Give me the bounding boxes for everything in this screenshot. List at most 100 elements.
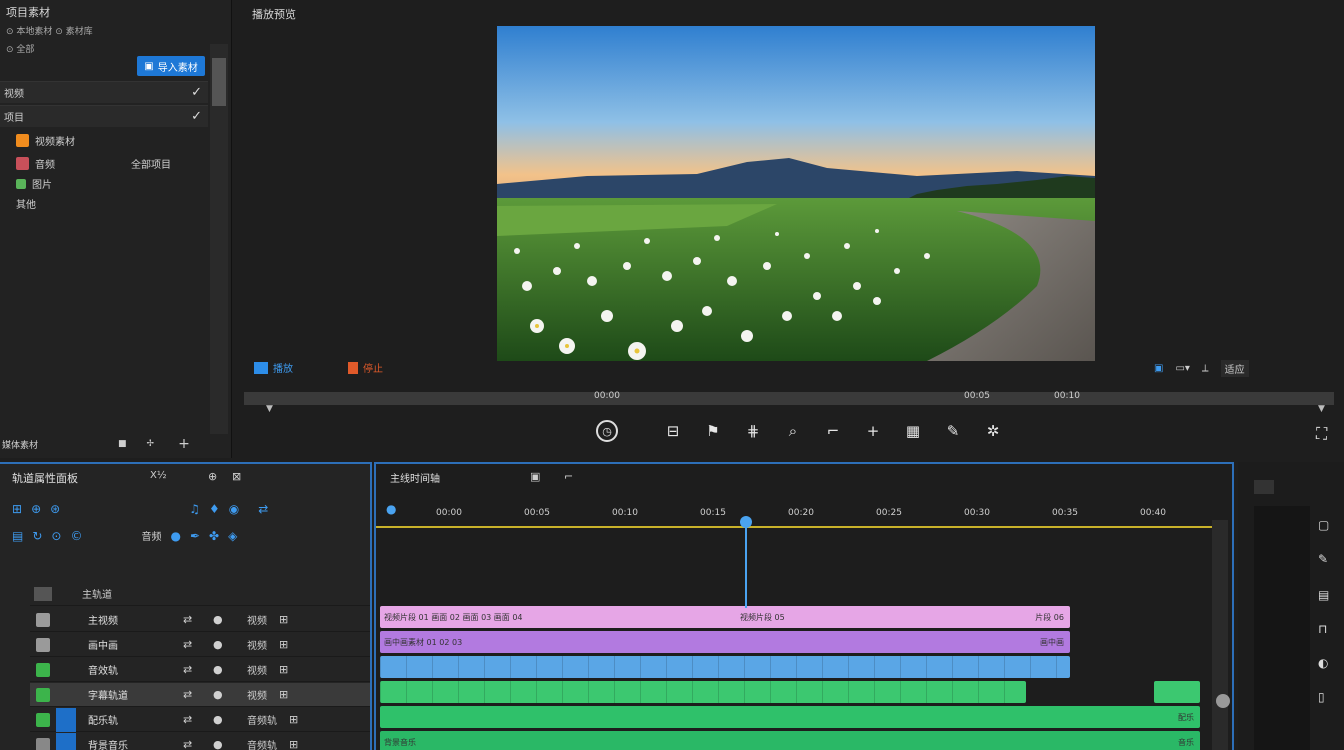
track-toggle-icon[interactable]: ⇄ bbox=[183, 713, 203, 726]
panel-icon-5[interactable]: ◐ bbox=[1318, 656, 1328, 670]
track-lock-icon[interactable]: ⊞ bbox=[279, 663, 288, 676]
split-icon[interactable]: ⋕ bbox=[742, 420, 764, 442]
timeline-clip[interactable]: 视频片段 01 画面 02 画面 03 画面 04 视频片段 05 片段 06 bbox=[380, 606, 1070, 628]
magic-icon[interactable]: ✎ bbox=[942, 420, 964, 442]
crop-icon[interactable]: ⊟ bbox=[662, 420, 684, 442]
mark-icon[interactable]: ⚑ bbox=[702, 420, 724, 442]
panel-tab[interactable] bbox=[1254, 480, 1274, 494]
media-item[interactable]: 视频素材 bbox=[16, 133, 75, 148]
scroll-knob[interactable] bbox=[1216, 694, 1230, 708]
transition-icon[interactable]: ⇄ bbox=[258, 502, 268, 516]
panel-icon-1[interactable]: ▢ bbox=[1318, 518, 1329, 532]
project-filter[interactable]: ⊙ 全部 bbox=[6, 42, 34, 55]
track-row[interactable]: 主视频 ⇄ ● 视频 ⊞ bbox=[30, 608, 370, 632]
record-icon[interactable]: ◉ bbox=[229, 502, 239, 516]
track-audio-icon[interactable]: ● bbox=[213, 613, 233, 626]
volume-tool-icon[interactable]: ♫ bbox=[189, 502, 200, 516]
drop-icon[interactable]: ♦ bbox=[209, 502, 220, 516]
track-row[interactable]: 配乐轨 ⇄ ● 音频轨 ⊞ bbox=[30, 707, 370, 732]
project-source-tabs[interactable]: ⊙ 本地素材 ⊙ 素材库 bbox=[6, 24, 93, 37]
link-icon[interactable]: ⊠ bbox=[232, 470, 241, 483]
track-toggle-icon[interactable]: ⇄ bbox=[183, 688, 203, 701]
timeline-clip[interactable]: 配乐 bbox=[380, 706, 1200, 728]
fullscreen-icon[interactable]: ⟂ bbox=[1202, 363, 1209, 374]
track-row[interactable]: 画中画 ⇄ ● 视频 ⊞ bbox=[30, 633, 370, 657]
playhead[interactable] bbox=[745, 518, 747, 608]
stop-control[interactable]: 停止 bbox=[348, 360, 383, 375]
speed-tool-icon[interactable]: ⊛ bbox=[50, 502, 60, 516]
track-group-header[interactable]: 主轨道 bbox=[30, 582, 370, 606]
section-video-header[interactable]: 视频 ✓ bbox=[0, 81, 208, 103]
track-audio-icon[interactable]: ● bbox=[213, 713, 233, 726]
track-toggle-icon[interactable]: ⇄ bbox=[183, 738, 203, 750]
snapshot-icon[interactable]: ▦ bbox=[902, 420, 924, 442]
track-lock-icon[interactable]: ⊞ bbox=[279, 638, 288, 651]
playhead-knob[interactable] bbox=[740, 516, 752, 528]
track-lock-icon[interactable]: ⊞ bbox=[289, 738, 298, 750]
sort-icon[interactable]: ✢ bbox=[147, 439, 155, 449]
expand-icon[interactable]: ⛶ bbox=[1316, 424, 1327, 444]
video-preview[interactable] bbox=[497, 26, 1095, 361]
timeline-scrollbar[interactable] bbox=[1212, 520, 1228, 750]
select-tool-icon[interactable]: ⊞ bbox=[12, 502, 22, 516]
fit-select[interactable]: 适应 bbox=[1220, 360, 1249, 377]
grid-view-icon[interactable]: ■ bbox=[118, 439, 127, 449]
media-item[interactable]: 其他 bbox=[16, 196, 36, 211]
fold-icon[interactable]: ⌐ bbox=[564, 470, 573, 483]
panel-icon-3[interactable]: ▤ bbox=[1318, 588, 1329, 602]
preview-ruler[interactable]: 00:00 00:05 00:10 ▼ ▼ bbox=[244, 380, 1344, 414]
list-icon[interactable]: ▤ bbox=[12, 529, 23, 543]
track-row[interactable]: 字幕轨道 ⇄ ● 视频 ⊞ bbox=[30, 683, 370, 707]
track-toggle-icon[interactable]: ⇄ bbox=[183, 613, 203, 626]
panel-icon-6[interactable]: ▯ bbox=[1318, 690, 1325, 704]
lock-icon[interactable]: ▣ bbox=[530, 470, 540, 483]
clock-icon[interactable]: ◷ bbox=[596, 420, 618, 442]
import-button[interactable]: ▣ 导入素材 bbox=[137, 56, 205, 76]
timeline-clip[interactable] bbox=[1154, 681, 1200, 703]
timeline-clip[interactable]: 背景音乐 音乐 bbox=[380, 731, 1200, 750]
zoom-icon[interactable]: ⌕ bbox=[782, 420, 804, 442]
settings-icon[interactable]: ✲ bbox=[982, 420, 1004, 442]
track-lock-icon[interactable]: ⊞ bbox=[279, 688, 288, 701]
panel-icon-4[interactable]: ⊓ bbox=[1318, 622, 1327, 636]
timeline-clip[interactable]: 画中画素材 01 02 03 画中画 bbox=[380, 631, 1070, 653]
snap-icon[interactable]: ⊕ bbox=[208, 470, 217, 483]
track-row[interactable]: 背景音乐 ⇄ ● 音频轨 ⊞ bbox=[30, 732, 370, 750]
timeline-clip[interactable] bbox=[380, 656, 1070, 678]
in-marker-icon[interactable]: ▼ bbox=[266, 404, 273, 414]
refresh-icon[interactable]: ↻ bbox=[32, 529, 42, 543]
add-icon[interactable]: + bbox=[862, 420, 884, 442]
mic-icon[interactable]: ● bbox=[170, 529, 180, 543]
play-control[interactable]: 播放 bbox=[254, 360, 293, 375]
sync-icon[interactable]: ⊙ bbox=[51, 529, 61, 543]
track-audio-icon[interactable]: ● bbox=[213, 638, 233, 651]
section-project-header[interactable]: 项目 ✓ bbox=[0, 105, 208, 127]
media-item[interactable]: 音频 全部项目 bbox=[16, 156, 171, 171]
track-audio-icon[interactable]: ● bbox=[213, 688, 233, 701]
track-audio-icon[interactable]: ● bbox=[213, 738, 233, 750]
timeline-clip[interactable] bbox=[380, 681, 1026, 703]
track-lock-icon[interactable]: ⊞ bbox=[289, 713, 298, 726]
ratio-icon[interactable]: ▭▾ bbox=[1175, 363, 1189, 374]
loop-icon[interactable]: © bbox=[70, 529, 82, 543]
pen-icon[interactable]: ✒ bbox=[190, 529, 200, 543]
project-scroll-thumb[interactable] bbox=[212, 58, 226, 106]
preview-scrub-bar[interactable] bbox=[244, 392, 1334, 405]
display-mode-icon[interactable]: ▣ bbox=[1154, 363, 1163, 374]
trim-icon[interactable]: ⌐ bbox=[822, 420, 844, 442]
track-audio-icon[interactable]: ● bbox=[213, 663, 233, 676]
track-toggle-icon[interactable]: ⇄ bbox=[183, 638, 203, 651]
add-icon[interactable]: + bbox=[178, 436, 190, 452]
panel-icon-2[interactable]: ✎ bbox=[1318, 552, 1328, 566]
effect-icon[interactable]: ✤ bbox=[209, 529, 219, 543]
mix-icon[interactable]: ◈ bbox=[228, 529, 237, 543]
track-row[interactable]: 音效轨 ⇄ ● 视频 ⊞ bbox=[30, 658, 370, 682]
track-lock-icon[interactable]: ⊞ bbox=[279, 613, 288, 626]
media-item[interactable]: 图片 bbox=[16, 176, 52, 191]
start-marker-icon[interactable]: ● bbox=[386, 502, 396, 516]
out-marker-icon[interactable]: ▼ bbox=[1318, 404, 1325, 414]
ripple-tool-icon[interactable]: ⊕ bbox=[31, 502, 41, 516]
track-toggle-icon[interactable]: ⇄ bbox=[183, 663, 203, 676]
timeline-ruler[interactable]: ● 00:00 00:05 00:10 00:15 00:20 00:25 00:30 00:… bbox=[376, 502, 1212, 532]
zoom-readout[interactable]: X½ bbox=[150, 470, 167, 481]
